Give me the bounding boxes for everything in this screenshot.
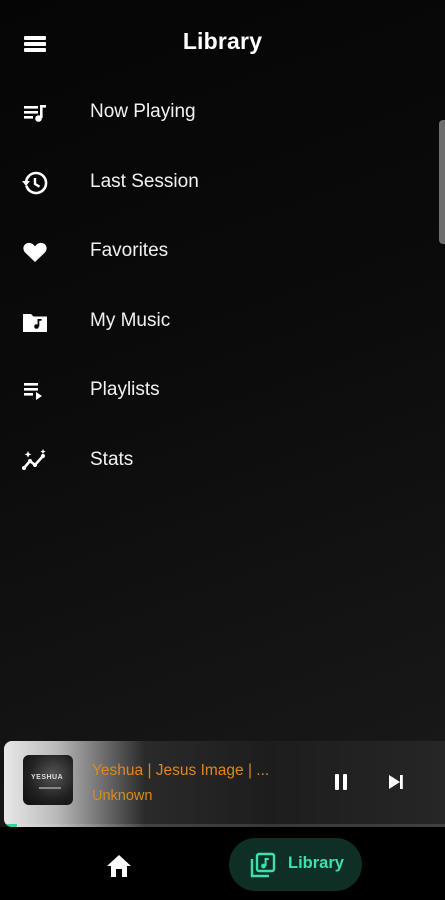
- nav-item-playlists[interactable]: Playlists: [0, 356, 445, 426]
- pause-button[interactable]: [330, 771, 352, 793]
- history-icon: [22, 171, 48, 194]
- nav-label-last-session: Last Session: [90, 170, 199, 192]
- page-title: Library: [182, 28, 263, 54]
- nav-label-playlists: Playlists: [90, 379, 160, 400]
- album-art-text: YESHUA: [31, 774, 64, 781]
- library-nav-list: Now Playing Last Session Favorites My Mu…: [0, 78, 445, 495]
- nav-label-my-music: My Music: [90, 309, 171, 331]
- album-art[interactable]: YESHUA: [23, 755, 73, 805]
- nav-item-now-playing[interactable]: Now Playing: [0, 78, 445, 148]
- tab-library-label: Library: [288, 854, 344, 872]
- queue-music-icon: [24, 105, 46, 122]
- tab-library[interactable]: Library: [229, 838, 362, 891]
- library-music-icon: [250, 852, 276, 878]
- home-icon[interactable]: [105, 853, 133, 879]
- nav-item-my-music[interactable]: My Music: [0, 287, 445, 357]
- music-folder-icon: [23, 313, 47, 332]
- app-header: Library: [0, 0, 445, 88]
- nav-label-now-playing: Now Playing: [90, 101, 196, 122]
- album-art-line: [39, 787, 61, 789]
- nav-item-last-session[interactable]: Last Session: [0, 148, 445, 218]
- skip-next-button[interactable]: [385, 771, 407, 793]
- mini-player[interactable]: YESHUA Yeshua | Jesus Image | ... Unknow…: [4, 741, 445, 827]
- nav-item-stats[interactable]: Stats: [0, 426, 445, 496]
- nav-label-favorites: Favorites: [90, 240, 169, 261]
- bottom-navigation: Library: [0, 827, 445, 900]
- insights-icon: [22, 448, 46, 470]
- track-artist: Unknown: [92, 788, 153, 804]
- nav-label-stats: Stats: [90, 448, 134, 470]
- track-title[interactable]: Yeshua | Jesus Image | ...: [92, 762, 282, 780]
- playlist-play-icon: [24, 383, 42, 400]
- nav-item-favorites[interactable]: Favorites: [0, 217, 445, 287]
- heart-icon: [23, 242, 47, 262]
